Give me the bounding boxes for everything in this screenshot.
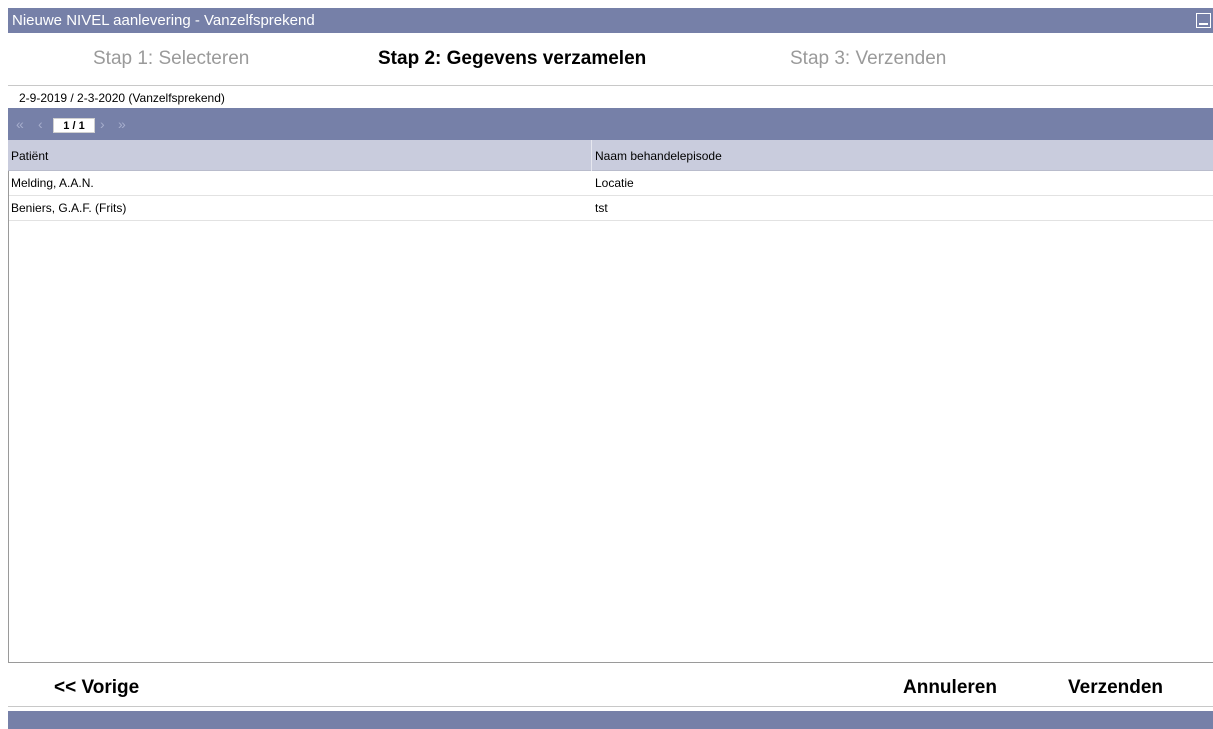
column-divider <box>591 140 592 171</box>
status-bar <box>8 711 1213 729</box>
cell-episode: Locatie <box>595 176 634 190</box>
wizard-steps: Stap 1: Selecteren Stap 2: Gegevens verz… <box>8 33 1213 85</box>
divider <box>8 85 1213 86</box>
previous-button[interactable]: << Vorige <box>54 677 139 699</box>
page-indicator: 1 / 1 <box>53 118 95 133</box>
column-header-episode[interactable]: Naam behandelepisode <box>595 149 722 163</box>
step-3-label: Stap 3: Verzenden <box>790 48 947 69</box>
cell-patient: Beniers, G.A.F. (Frits) <box>11 201 127 215</box>
chevron-left-icon[interactable]: ‹ <box>38 116 43 132</box>
table-border <box>8 171 9 663</box>
cell-patient: Melding, A.A.N. <box>11 176 94 190</box>
column-header-patient[interactable]: Patiënt <box>11 149 48 163</box>
minimize-icon[interactable] <box>1196 13 1211 28</box>
table-row[interactable]: Melding, A.A.N. Locatie <box>8 171 1213 196</box>
cancel-button[interactable]: Annuleren <box>903 677 997 699</box>
wizard-window: Nieuwe NIVEL aanlevering - Vanzelfspreke… <box>8 8 1213 729</box>
chevron-right-icon[interactable]: › <box>100 116 105 132</box>
divider <box>8 662 1213 663</box>
double-chevron-right-icon[interactable]: » <box>118 116 126 132</box>
step-2-label: Stap 2: Gegevens verzamelen <box>378 48 647 69</box>
divider <box>8 706 1213 707</box>
period-label: 2-9-2019 / 2-3-2020 (Vanzelfsprekend) <box>19 91 225 105</box>
table-row[interactable]: Beniers, G.A.F. (Frits) tst <box>8 196 1213 221</box>
pager-bar: « ‹ 1 / 1 › » <box>8 108 1213 140</box>
step-1-label: Stap 1: Selecteren <box>93 48 250 69</box>
double-chevron-left-icon[interactable]: « <box>16 116 24 132</box>
window-title: Nieuwe NIVEL aanlevering - Vanzelfspreke… <box>12 12 315 29</box>
table-header: Patiënt Naam behandelepisode <box>8 140 1213 171</box>
cell-episode: tst <box>595 201 608 215</box>
title-bar: Nieuwe NIVEL aanlevering - Vanzelfspreke… <box>8 8 1213 33</box>
send-button[interactable]: Verzenden <box>1068 677 1163 699</box>
